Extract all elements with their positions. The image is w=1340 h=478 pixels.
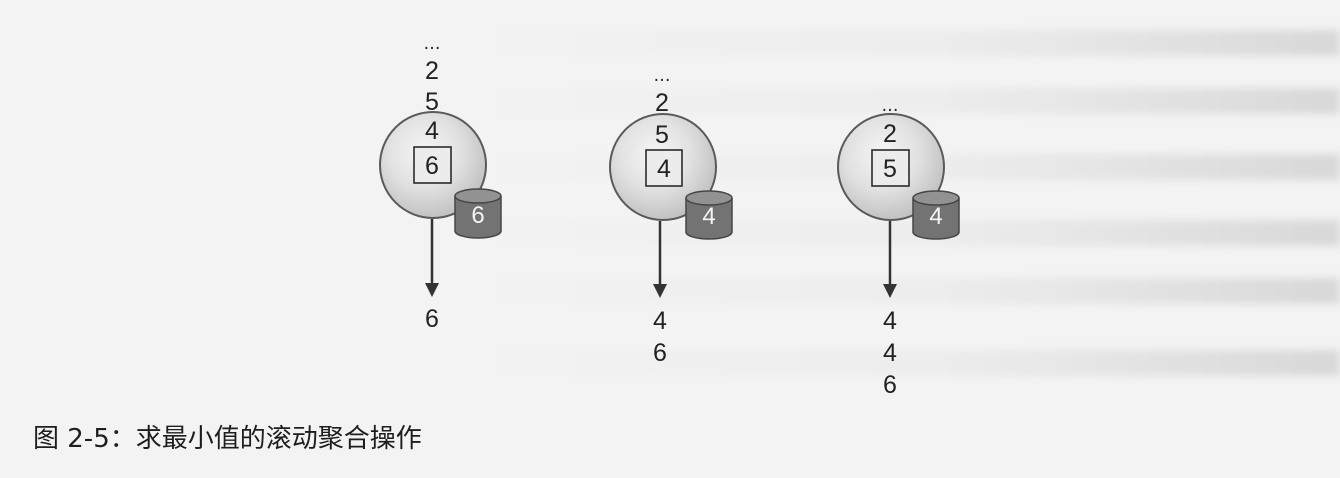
state-value: 6 bbox=[425, 152, 439, 180]
figure-canvas: 6 … 2 5 4 6 6 4 … 2 5 4 4 6 4 … 2 5 4 4 … bbox=[0, 0, 1340, 478]
state-value: 4 bbox=[657, 155, 671, 183]
input-item: … bbox=[654, 66, 671, 86]
input-item: … bbox=[882, 96, 899, 116]
store-value: 4 bbox=[929, 203, 942, 230]
show-through-band bbox=[460, 278, 1340, 304]
input-item: 2 bbox=[425, 57, 439, 85]
database-icon: 4 bbox=[685, 190, 733, 240]
figure-caption: 图 2-5：求最小值的滚动聚合操作 bbox=[33, 424, 422, 454]
database-icon: 4 bbox=[912, 190, 960, 240]
input-item: 5 bbox=[425, 88, 439, 116]
output-item: 6 bbox=[425, 305, 439, 333]
show-through-band bbox=[460, 30, 1340, 56]
store-value: 6 bbox=[471, 202, 484, 229]
input-item: … bbox=[424, 34, 441, 54]
show-through-band bbox=[460, 220, 1340, 246]
input-item: 2 bbox=[883, 120, 897, 148]
input-item: 4 bbox=[425, 117, 439, 145]
input-item: 2 bbox=[655, 89, 669, 117]
state-value: 5 bbox=[883, 155, 897, 183]
output-item: 4 bbox=[883, 307, 897, 335]
output-item: 4 bbox=[653, 307, 667, 335]
store-cylinder-top bbox=[454, 188, 502, 204]
output-item: 6 bbox=[653, 339, 667, 367]
show-through-band bbox=[460, 350, 1340, 376]
input-item: 5 bbox=[655, 121, 669, 149]
show-through-band bbox=[460, 88, 1340, 114]
store-value: 4 bbox=[702, 203, 715, 230]
database-icon: 6 bbox=[454, 188, 502, 239]
output-item: 6 bbox=[883, 371, 897, 399]
output-item: 4 bbox=[883, 339, 897, 367]
